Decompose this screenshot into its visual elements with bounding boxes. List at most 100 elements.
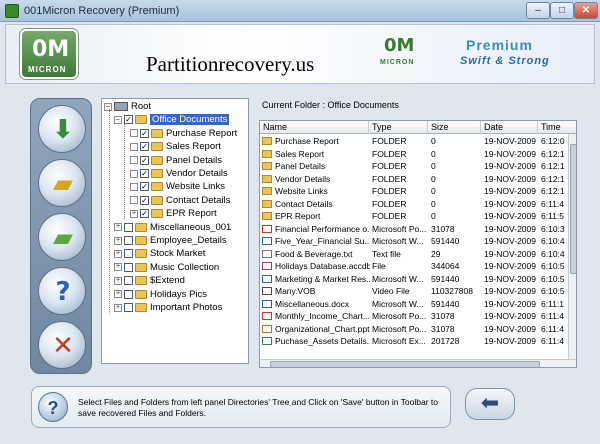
expand-toggle[interactable]: + [114, 303, 122, 312]
file-row[interactable]: Holidays Database.accdb File 344064 19-NOV-… [260, 260, 568, 273]
pdf-file-icon [262, 224, 272, 233]
exit-button[interactable]: ✕ [38, 321, 86, 369]
doc-file-icon [262, 299, 272, 308]
tree-node-sibling[interactable]: + Important Photos [114, 301, 222, 314]
file-row[interactable]: Marketing & Market Res... Microsoft W... 5… [260, 273, 568, 286]
expand-toggle[interactable]: + [114, 290, 122, 299]
save-button[interactable]: ▰ [38, 213, 86, 261]
app-icon [5, 4, 19, 18]
tree-node-child[interactable]: ✓ Contact Details [130, 194, 230, 207]
file-row[interactable]: Monthly_Income_Chart.... Microsoft Po... 3… [260, 310, 568, 323]
file-row[interactable]: Miscellaneous.docx Microsoft W... 591440 19… [260, 298, 568, 311]
file-type: Video File [372, 286, 410, 296]
tree-checkbox[interactable] [124, 276, 133, 286]
tree-node-child[interactable]: ✓ Panel Details [130, 154, 222, 167]
expand-toggle[interactable]: + [114, 276, 122, 285]
tree-node-sibling[interactable]: + Employee_Details [114, 234, 227, 247]
tree-checkbox[interactable]: ✓ [140, 182, 149, 192]
tree-node-sibling[interactable]: + Stock Market [114, 247, 205, 260]
back-button[interactable]: ⬅ [465, 388, 515, 420]
help-icon[interactable]: ? [38, 392, 68, 422]
tree-node-sibling[interactable]: + $Extend [114, 274, 185, 287]
file-row[interactable]: EPR Report FOLDER 0 19-NOV-2009 6:11:5 [260, 210, 568, 223]
expand-toggle[interactable]: + [114, 223, 122, 232]
folder-icon [262, 149, 272, 158]
file-date: 19-NOV-2009 [484, 136, 536, 146]
tree-checkbox[interactable]: ✓ [124, 115, 133, 125]
tree-label: Purchase Report [166, 127, 238, 139]
file-row[interactable]: Vendor Details FOLDER 0 19-NOV-2009 6:12:1 [260, 173, 568, 186]
tree-node-child[interactable]: ✓ Sales Report [130, 140, 221, 153]
column-header-date[interactable]: Date [481, 121, 538, 134]
file-type: Text file [372, 248, 401, 259]
collapse-toggle[interactable]: – [114, 115, 122, 124]
tree-checkbox[interactable]: ✓ [140, 142, 149, 152]
scan-drive-button[interactable]: ⬇ [38, 105, 86, 153]
file-row[interactable]: Five_Year_Financial Su... Microsoft W... 5… [260, 235, 568, 248]
open-folder-button[interactable]: ▰ [38, 159, 86, 207]
folder-icon [135, 222, 147, 232]
file-row[interactable]: Contact Details FOLDER 0 19-NOV-2009 6:11:4 [260, 198, 568, 211]
help-icon: ? [55, 277, 71, 307]
help-button[interactable]: ? [38, 267, 86, 315]
tree-checkbox[interactable]: ✓ [140, 155, 149, 165]
tree-checkbox[interactable] [124, 262, 133, 272]
tree-node-sibling[interactable]: + Miscellaneous_001 [114, 221, 231, 234]
tree-checkbox[interactable]: ✓ [140, 169, 149, 178]
file-row[interactable]: Sales Report FOLDER 0 19-NOV-2009 6:12:1 [260, 148, 568, 161]
tree-node-sibling[interactable]: + Holidays Pics [114, 288, 207, 301]
minimize-button[interactable]: – [526, 2, 550, 19]
file-row[interactable]: Website Links FOLDER 0 19-NOV-2009 6:12:1 [260, 185, 568, 198]
horizontal-scroll-thumb[interactable] [270, 361, 540, 367]
file-row[interactable]: Food & Beverage.txt Text file 29 19-NOV-200… [260, 248, 568, 261]
collapse-toggle[interactable]: – [104, 102, 112, 111]
tree-node-sibling[interactable]: + Music Collection [114, 261, 219, 274]
expand-toggle[interactable]: + [130, 209, 138, 218]
expand-toggle[interactable]: + [114, 236, 122, 245]
file-type: FOLDER [372, 173, 407, 184]
file-size: 0 [431, 173, 436, 184]
file-date: 19-NOV-2009 [484, 148, 536, 159]
vertical-scrollbar[interactable] [568, 134, 576, 359]
file-row[interactable]: Panel Details FOLDER 0 19-NOV-2009 6:12:1 [260, 160, 568, 173]
horizontal-scrollbar[interactable] [260, 359, 576, 367]
file-time: 6:12:1 [541, 173, 565, 184]
tree-node-office-documents[interactable]: – ✓ Office Documents [114, 113, 230, 126]
file-size: 0 [431, 148, 436, 159]
folder-icon [262, 137, 272, 145]
maximize-button[interactable]: □ [550, 2, 574, 19]
tree-checkbox[interactable] [124, 249, 133, 259]
tree-checkbox[interactable] [124, 303, 133, 312]
tree-checkbox[interactable] [124, 236, 133, 245]
expand-toggle[interactable]: + [114, 263, 122, 272]
tree-checkbox[interactable]: ✓ [140, 195, 149, 205]
file-row[interactable]: Organizational_Chart.pptx Microsoft Po...… [260, 323, 568, 336]
file-row[interactable]: Puchase_Assets Details.... Microsoft Ex..… [260, 335, 568, 348]
close-button[interactable]: ✕ [574, 2, 598, 19]
tree-checkbox[interactable]: ✓ [140, 128, 149, 138]
column-header-name[interactable]: Name [260, 121, 369, 134]
folder-icon [135, 303, 147, 312]
tree-node-child[interactable]: ✓ Website Links [130, 180, 225, 193]
column-header-type[interactable]: Type [369, 121, 428, 134]
file-row[interactable]: Financial Performance o... Microsoft Po..… [260, 223, 568, 236]
tree-root-label: Root [131, 101, 152, 112]
tree-node-root[interactable]: – Root [104, 100, 151, 113]
file-row[interactable]: Many.VOB Video File 110327808 19-NOV-2009 6:… [260, 285, 568, 298]
file-list: Name Type Size Date Time Purchase Report FOLD… [259, 120, 577, 368]
expand-toggle[interactable]: + [114, 249, 122, 258]
vertical-scroll-thumb[interactable] [570, 144, 576, 274]
tree-node-child[interactable]: + ✓ EPR Report [130, 207, 217, 220]
folder-icon [135, 249, 147, 259]
tree-node-child[interactable]: ✓ Purchase Report [130, 127, 237, 140]
tree-node-child[interactable]: ✓ Vendor Details [130, 167, 228, 180]
tree-checkbox[interactable] [124, 289, 133, 299]
tree-checkbox[interactable] [124, 222, 133, 232]
file-size: 591440 [431, 298, 460, 309]
tree-checkbox[interactable]: ✓ [140, 209, 149, 219]
column-header-size[interactable]: Size [428, 121, 481, 134]
file-type: Microsoft Ex... [372, 336, 426, 346]
file-row[interactable]: Purchase Report FOLDER 0 19-NOV-2009 6:12:0 [260, 135, 568, 148]
column-header-time[interactable]: Time [538, 121, 576, 134]
folder-icon [151, 142, 163, 152]
